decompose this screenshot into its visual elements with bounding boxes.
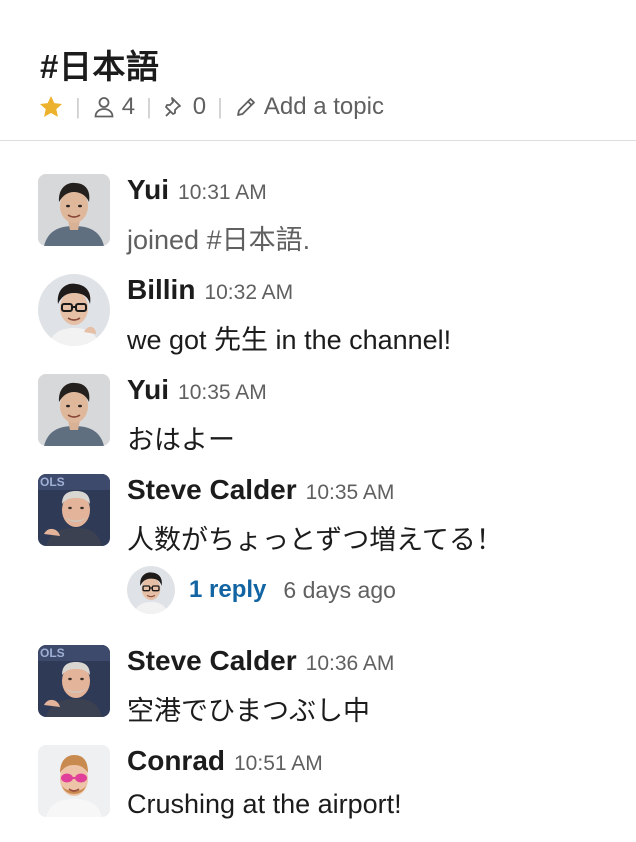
pins-button[interactable]: 0 bbox=[163, 93, 206, 121]
pencil-icon bbox=[236, 98, 255, 116]
message-header: Conrad 10:51 AM bbox=[127, 745, 323, 777]
members-button[interactable]: 4 bbox=[92, 93, 135, 121]
timestamp[interactable]: 10:36 AM bbox=[306, 652, 395, 676]
message-text: joined #日本語. bbox=[127, 225, 311, 255]
yui-avatar[interactable] bbox=[38, 174, 110, 246]
star-button[interactable] bbox=[38, 94, 64, 120]
svg-text:OLS: OLS bbox=[40, 646, 65, 660]
divider: | bbox=[217, 94, 223, 119]
pinned-count: 0 bbox=[192, 93, 207, 120]
yui-avatar[interactable] bbox=[38, 374, 110, 446]
star-icon bbox=[39, 95, 63, 117]
channel-meta: | 4 | 0 | Add a topic bbox=[38, 90, 384, 124]
message-text: 人数がちょっとずつ増えてる！ bbox=[127, 525, 503, 555]
sender-name[interactable]: Steve Calder bbox=[127, 645, 297, 677]
divider: | bbox=[146, 94, 152, 119]
timestamp[interactable]: 10:51 AM bbox=[234, 752, 323, 776]
channel-header: #日本語 | 4 | 0 | Add a topic bbox=[0, 0, 636, 141]
message-text: Crushing at the airport! bbox=[127, 789, 402, 819]
sender-name[interactable]: Billin bbox=[127, 274, 195, 306]
message-list: Yui 10:31 AM joined #日本語. Billin 10:32 A… bbox=[0, 141, 636, 842]
billin-avatar[interactable] bbox=[38, 274, 110, 346]
message-header: Steve Calder 10:35 AM bbox=[127, 474, 394, 506]
reply-count-link[interactable]: 1 reply bbox=[189, 576, 266, 604]
message-header: Steve Calder 10:36 AM bbox=[127, 645, 394, 677]
member-count: 4 bbox=[121, 93, 136, 120]
message-text: 空港でひまつぶし中 bbox=[127, 696, 370, 726]
sender-name[interactable]: Yui bbox=[127, 174, 169, 206]
sender-name[interactable]: Yui bbox=[127, 374, 169, 406]
steve-avatar[interactable]: OLS bbox=[38, 474, 110, 546]
message-header: Yui 10:31 AM bbox=[127, 174, 267, 206]
message-header: Yui 10:35 AM bbox=[127, 374, 267, 406]
timestamp[interactable]: 10:35 AM bbox=[178, 381, 267, 405]
thread-summary[interactable]: 1 reply 6 days ago bbox=[127, 566, 396, 614]
sender-name[interactable]: Steve Calder bbox=[127, 474, 297, 506]
sender-name[interactable]: Conrad bbox=[127, 745, 225, 777]
timestamp[interactable]: 10:32 AM bbox=[204, 281, 293, 305]
add-topic-label: Add a topic bbox=[263, 93, 384, 120]
billin-avatar[interactable] bbox=[127, 566, 175, 614]
svg-text:OLS: OLS bbox=[40, 475, 65, 489]
message-text: おはよー bbox=[127, 425, 235, 455]
pin-icon bbox=[164, 97, 181, 117]
timestamp[interactable]: 10:31 AM bbox=[178, 181, 267, 205]
timestamp[interactable]: 10:35 AM bbox=[306, 481, 395, 505]
message-header: Billin 10:32 AM bbox=[127, 274, 293, 306]
message-text: we got 先生 in the channel! bbox=[127, 325, 452, 355]
add-topic-button[interactable]: Add a topic bbox=[234, 93, 384, 121]
person-icon bbox=[94, 97, 114, 118]
conrad-avatar[interactable] bbox=[38, 745, 110, 817]
last-reply-time: 6 days ago bbox=[283, 576, 396, 603]
steve-avatar[interactable]: OLS bbox=[38, 645, 110, 717]
divider: | bbox=[75, 94, 81, 119]
channel-title[interactable]: #日本語 bbox=[40, 40, 159, 88]
